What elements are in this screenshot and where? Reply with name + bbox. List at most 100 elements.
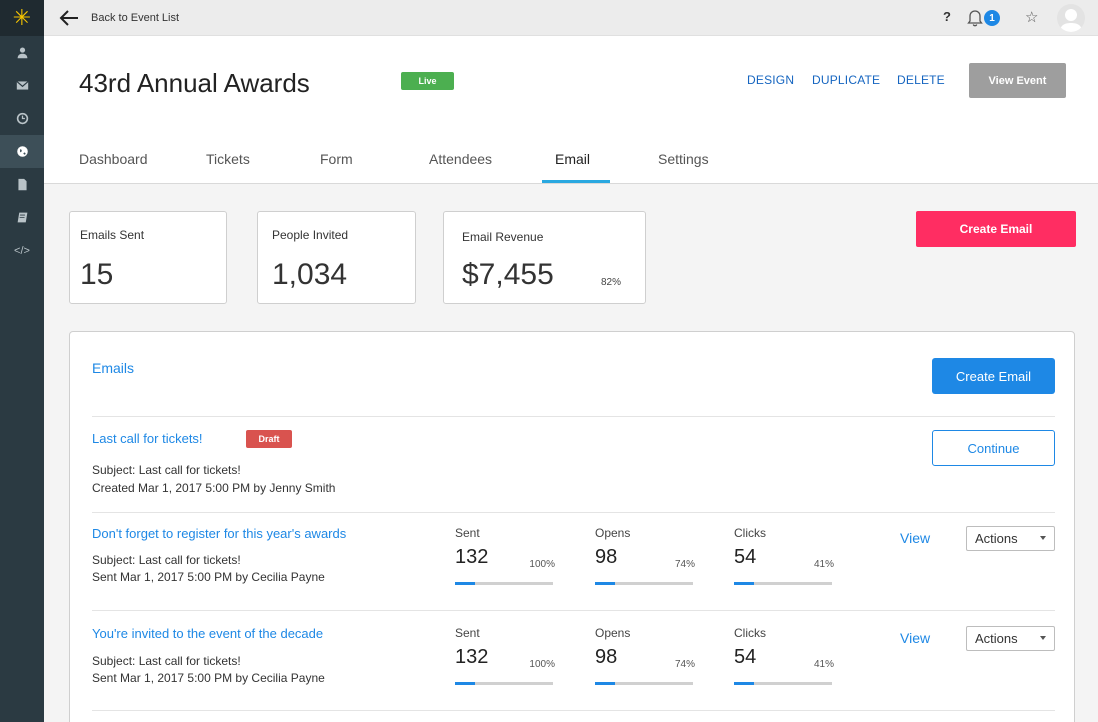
create-email-button[interactable]: Create Email (916, 211, 1076, 247)
metric-label: Sent (455, 526, 480, 540)
stat-card-email-revenue: Email Revenue $7,455 82% (443, 211, 646, 304)
metric-progress-bar (455, 682, 553, 685)
metric-percentage: 41% (813, 559, 834, 570)
event-header: 43rd Annual Awards Live DESIGN DUPLICATE… (44, 36, 1098, 184)
view-event-button[interactable]: View Event (969, 63, 1066, 98)
sidebar: ✳ </> (0, 0, 44, 722)
view-link[interactable]: View (900, 630, 930, 646)
metric-clicks: Clicks 54 41% (734, 526, 834, 596)
email-meta: Created Mar 1, 2017 5:00 PM by Jenny Smi… (92, 481, 336, 495)
back-to-event-list-link[interactable]: Back to Event List (91, 12, 179, 24)
create-email-button-secondary[interactable]: Create Email (932, 358, 1055, 394)
metric-opens: Opens 98 74% (595, 526, 695, 596)
metric-label: Opens (595, 526, 631, 540)
metric-progress-bar (455, 582, 553, 585)
sidebar-item-code[interactable]: </> (0, 234, 44, 267)
book-icon (17, 212, 27, 223)
back-arrow-icon[interactable] (58, 8, 80, 28)
email-name-link[interactable]: You're invited to the event of the decad… (92, 626, 323, 641)
metric-percentage: 100% (529, 659, 555, 670)
help-icon[interactable]: ? (943, 9, 951, 24)
metric-value: 132 (455, 546, 489, 568)
metric-progress-fill (595, 682, 615, 685)
metric-progress-bar (595, 682, 693, 685)
metric-value: 54 (734, 646, 757, 668)
email-subject: Subject: Last call for tickets! (92, 553, 241, 567)
sidebar-item-globe[interactable] (0, 135, 44, 168)
tab-form[interactable]: Form (320, 151, 353, 167)
stat-value: 15 (80, 258, 114, 291)
bell-icon[interactable] (967, 9, 983, 27)
email-name-link[interactable]: Last call for tickets! (92, 431, 203, 446)
metric-percentage: 100% (529, 559, 555, 570)
actions-dropdown-label: Actions (975, 531, 1018, 546)
metric-value: 98 (595, 546, 618, 568)
metric-progress-fill (734, 682, 754, 685)
stat-card-emails-sent: Emails Sent 15 (69, 211, 227, 304)
actions-dropdown[interactable]: Actions (966, 526, 1055, 551)
tab-attendees[interactable]: Attendees (429, 151, 492, 167)
document-icon (17, 178, 27, 191)
email-row-sent: You're invited to the event of the decad… (70, 610, 1076, 706)
email-row-draft: Last call for tickets! Draft Subject: La… (70, 416, 1076, 512)
design-link[interactable]: DESIGN (747, 73, 794, 87)
chevron-down-icon (1040, 536, 1046, 540)
draft-badge: Draft (246, 430, 292, 448)
sidebar-item-clock[interactable] (0, 102, 44, 135)
metric-label: Opens (595, 626, 631, 640)
notification-count-badge[interactable]: 1 (984, 10, 1000, 26)
metric-progress-bar (595, 582, 693, 585)
metric-progress-bar (734, 682, 832, 685)
metric-value: 98 (595, 646, 618, 668)
stat-value: $7,455 (462, 258, 554, 291)
email-subject: Subject: Last call for tickets! (92, 654, 241, 668)
email-subject: Subject: Last call for tickets! (92, 463, 241, 477)
sidebar-item-book[interactable] (0, 201, 44, 234)
email-meta: Sent Mar 1, 2017 5:00 PM by Cecilia Payn… (92, 570, 325, 584)
metric-sent: Sent 132 100% (455, 526, 555, 596)
sidebar-item-document[interactable] (0, 168, 44, 201)
metric-label: Clicks (734, 626, 766, 640)
metric-opens: Opens 98 74% (595, 626, 695, 696)
metric-percentage: 41% (813, 659, 834, 670)
tab-settings[interactable]: Settings (658, 151, 709, 167)
tab-email[interactable]: Email (555, 151, 590, 167)
metric-progress-bar (734, 582, 832, 585)
metric-value: 132 (455, 646, 489, 668)
tab-dashboard[interactable]: Dashboard (79, 151, 148, 167)
sidebar-item-mail[interactable] (0, 69, 44, 102)
star-icon[interactable]: ☆ (1025, 8, 1038, 26)
avatar[interactable] (1057, 4, 1085, 32)
delete-link[interactable]: DELETE (897, 73, 945, 87)
continue-button[interactable]: Continue (932, 430, 1055, 466)
email-name-link[interactable]: Don't forget to register for this year's… (92, 526, 346, 541)
view-link[interactable]: View (900, 530, 930, 546)
stat-label: Email Revenue (462, 230, 544, 244)
metric-percentage: 74% (674, 559, 695, 570)
metric-value: 54 (734, 546, 757, 568)
clock-icon (16, 112, 28, 125)
user-icon (17, 47, 27, 59)
stat-percentage: 82% (601, 277, 622, 288)
active-tab-indicator (542, 180, 610, 183)
stat-label: Emails Sent (80, 228, 145, 242)
globe-icon (16, 146, 28, 157)
chevron-down-icon (1040, 636, 1046, 640)
app-logo-icon[interactable]: ✳ (0, 0, 44, 36)
emails-section-title: Emails (92, 360, 135, 376)
actions-dropdown[interactable]: Actions (966, 626, 1055, 651)
page-title: 43rd Annual Awards (79, 68, 310, 98)
envelope-icon (15, 80, 29, 90)
tab-tickets[interactable]: Tickets (206, 151, 250, 167)
metric-percentage: 74% (674, 659, 695, 670)
divider (92, 710, 1055, 711)
top-bar: Back to Event List ? 1 ☆ (44, 0, 1098, 36)
actions-dropdown-label: Actions (975, 631, 1018, 646)
metric-progress-fill (455, 682, 475, 685)
metric-label: Sent (455, 626, 480, 640)
sidebar-item-user[interactable] (0, 36, 44, 69)
stat-value: 1,034 (272, 258, 348, 291)
email-row-sent: Don't forget to register for this year's… (70, 512, 1076, 608)
metric-sent: Sent 132 100% (455, 626, 555, 696)
duplicate-link[interactable]: DUPLICATE (812, 73, 880, 87)
